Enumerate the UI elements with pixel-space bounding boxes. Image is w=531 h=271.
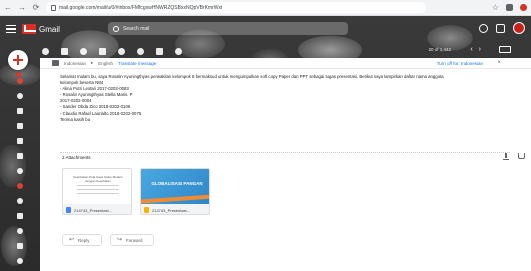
- more-options-icon[interactable]: [175, 47, 182, 55]
- forward-arrow-icon: ↪: [117, 237, 123, 243]
- important-icon[interactable]: [17, 123, 23, 129]
- message-counter: 20 of 1,442: [428, 47, 451, 52]
- reply-label: Reply: [78, 237, 90, 243]
- doc-preview-line: [77, 185, 119, 186]
- close-icon[interactable]: ×: [497, 60, 501, 66]
- attachment-preview: Keterkaitan Pola Gaya Hidup Modern denga…: [63, 169, 131, 204]
- gmail-header: Gmail Search mail: [0, 16, 531, 42]
- gmail-logo[interactable]: Gmail: [22, 24, 60, 34]
- search-placeholder: Search mail: [123, 25, 150, 32]
- gmail-m-icon: [22, 24, 36, 34]
- sent-icon[interactable]: [17, 138, 23, 144]
- attachment-filename: 214743_Presentasi...: [74, 207, 112, 213]
- apps-grid-icon[interactable]: [496, 23, 505, 33]
- download-all-icon[interactable]: [503, 153, 509, 160]
- inbox-icon[interactable]: [17, 78, 23, 84]
- bookmark-star-icon[interactable]: ☆: [492, 3, 499, 12]
- starred-icon[interactable]: [17, 93, 23, 99]
- message-panel: Indonesian ▸ English Translate message T…: [40, 58, 531, 271]
- save-to-drive-icon[interactable]: [518, 153, 525, 159]
- reload-icon[interactable]: ⟳: [32, 3, 40, 12]
- older-icon[interactable]: ›: [479, 46, 481, 53]
- attachment-filename: 214743_Presentasi...: [152, 207, 190, 213]
- reply-button[interactable]: ↩ Reply: [62, 234, 102, 246]
- label-icon[interactable]: [17, 198, 23, 204]
- label-icon[interactable]: [17, 213, 23, 219]
- input-tools-icon[interactable]: [499, 46, 511, 53]
- report-spam-icon[interactable]: [80, 47, 87, 55]
- attachment-card-ppt[interactable]: GLOBALISASI PANGAN 214743_Presentasi...: [140, 168, 210, 215]
- search-bar[interactable]: Search mail: [108, 22, 348, 35]
- more-labels-icon[interactable]: [17, 258, 23, 264]
- turn-off-translate-link[interactable]: Turn off for: Indonesian: [437, 61, 483, 66]
- search-icon[interactable]: [113, 25, 119, 32]
- attachments-title: 2 Attachments: [62, 155, 91, 160]
- label-red-icon[interactable]: [17, 183, 23, 189]
- source-language[interactable]: Indonesian: [64, 61, 86, 66]
- drafts-icon[interactable]: [17, 153, 23, 159]
- target-language[interactable]: English: [98, 61, 113, 66]
- main-menu-icon[interactable]: [6, 24, 16, 34]
- label-icon[interactable]: [17, 168, 23, 174]
- presentation-file-icon: [144, 207, 149, 213]
- left-nav-rail: [14, 78, 26, 264]
- body-line: Terima kasih bu: [60, 116, 91, 122]
- plus-icon: [13, 55, 23, 65]
- translate-bar: Indonesian ▸ English Translate message T…: [40, 58, 531, 69]
- url-text: mail.google.com/mail/u/0/#inbox/FMfcgxwH…: [59, 4, 223, 11]
- slide-preview-stripe: [141, 194, 209, 204]
- doc-preview-heading: Keterkaitan Pola Gaya Hidup Modern denga…: [73, 175, 123, 183]
- newer-icon[interactable]: ‹: [470, 46, 472, 53]
- address-bar[interactable]: mail.google.com/mail/u/0/#inbox/FMfcgxwH…: [46, 2, 426, 13]
- message-toolbar: 20 of 1,442 ‹ ›: [30, 44, 531, 58]
- document-file-icon: [66, 207, 71, 213]
- forward-arrow-icon[interactable]: →: [18, 3, 26, 12]
- snoozed-icon[interactable]: [17, 108, 23, 114]
- back-to-inbox-icon[interactable]: [42, 47, 49, 55]
- translate-icon: [52, 60, 59, 66]
- attachments-divider: [60, 152, 510, 153]
- body-line: Selamat malam bu, saya Rosalin Ayuningth…: [60, 74, 444, 79]
- gmail-wordmark: Gmail: [39, 24, 60, 34]
- mark-unread-icon[interactable]: [118, 47, 125, 55]
- doc-preview-line: [77, 189, 119, 190]
- hangouts-icon[interactable]: [17, 243, 23, 249]
- archive-icon[interactable]: [61, 47, 68, 55]
- attachment-card-doc[interactable]: Keterkaitan Pola Gaya Hidup Modern denga…: [62, 168, 132, 215]
- snooze-icon[interactable]: [137, 47, 144, 55]
- move-to-icon[interactable]: [156, 47, 163, 55]
- help-icon[interactable]: [479, 23, 488, 33]
- delete-icon[interactable]: [99, 47, 106, 55]
- lock-icon: [51, 4, 56, 11]
- browser-toolbar: ← → ⟳ mail.google.com/mail/u/0/#inbox/FM…: [0, 0, 531, 16]
- slide-preview-title: GLOBALISASI PANGAN: [151, 181, 203, 186]
- reply-arrow-icon: ↩: [69, 237, 75, 243]
- profile-icon[interactable]: [520, 4, 527, 11]
- doc-preview-line: [77, 193, 119, 194]
- forward-button[interactable]: ↪ Forward: [110, 234, 154, 246]
- translate-message-link[interactable]: Translate message: [118, 61, 156, 66]
- avatar[interactable]: [513, 22, 525, 34]
- back-arrow-icon[interactable]: ←: [4, 3, 12, 12]
- compose-button[interactable]: [8, 50, 28, 70]
- forward-label: Forward: [126, 237, 143, 243]
- meet-icon[interactable]: [17, 228, 23, 234]
- message-body: Selamat malam bu, saya Rosalin Ayuningth…: [60, 74, 480, 123]
- extension-icon[interactable]: [506, 4, 513, 11]
- language-arrow: ▸: [91, 60, 94, 65]
- attachment-preview: GLOBALISASI PANGAN: [141, 169, 209, 204]
